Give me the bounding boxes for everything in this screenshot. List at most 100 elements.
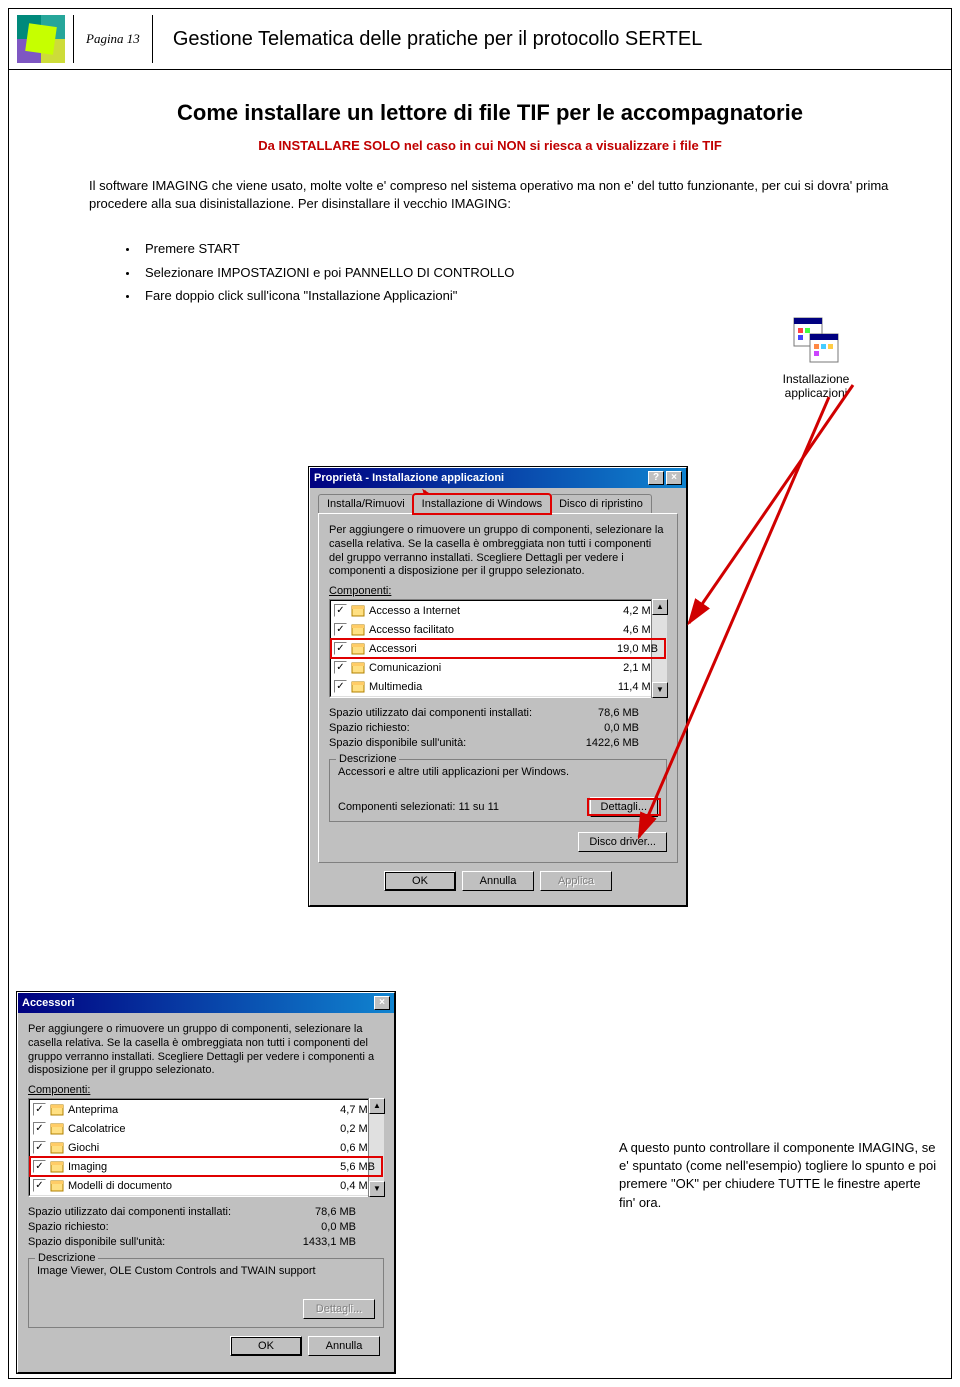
stat-label: Spazio utilizzato dai componenti install…	[329, 706, 532, 721]
component-row[interactable]: Accessori19,0 MB	[331, 639, 665, 658]
ok-button[interactable]: OK	[230, 1336, 302, 1356]
component-icon	[49, 1140, 65, 1156]
scrollbar[interactable]: ▲ ▼	[368, 1098, 384, 1197]
footer-note-paragraph: A questo punto controllare il componente…	[619, 1139, 939, 1212]
component-listbox[interactable]: Anteprima4,7 MBCalcolatrice0,2 MBGiochi0…	[28, 1098, 384, 1197]
page-header: Pagina 13 Gestione Telematica delle prat…	[9, 9, 951, 70]
component-row[interactable]: Accesso a Internet4,2 MB	[331, 601, 665, 620]
installazione-applicazioni-shortcut[interactable]: Installazione applicazioni	[771, 314, 861, 401]
checkbox[interactable]	[334, 604, 347, 617]
accessori-dialog: Accessori × Per aggiungere o rimuovere u…	[17, 992, 395, 1373]
component-row[interactable]: Calcolatrice0,2 MB	[30, 1119, 382, 1138]
space-stats: Spazio utilizzato dai componenti install…	[28, 1205, 384, 1250]
close-button[interactable]: ×	[666, 471, 682, 485]
stat-value: 1422,6 MB	[586, 736, 639, 751]
scroll-up-icon[interactable]: ▲	[369, 1098, 385, 1114]
description-text: Accessori e altre utili applicazioni per…	[338, 766, 658, 780]
document-body: Come installare un lettore di file TIF p…	[9, 70, 951, 336]
description-label: Descrizione	[35, 1252, 98, 1264]
dialog-title: Accessori	[22, 997, 75, 1009]
scroll-down-icon[interactable]: ▼	[369, 1181, 385, 1197]
properties-dialog: Proprietà - Installazione applicazioni ?…	[309, 467, 687, 906]
dialog-action-buttons: OK Annulla	[28, 1336, 384, 1362]
checkbox[interactable]	[334, 623, 347, 636]
dialog-titlebar[interactable]: Accessori ×	[18, 993, 394, 1013]
intro-paragraph: Il software IMAGING che viene usato, mol…	[89, 177, 891, 213]
stat-value: 0,0 MB	[321, 1220, 356, 1235]
stat-label: Spazio utilizzato dai componenti install…	[28, 1205, 231, 1220]
component-icon	[350, 622, 366, 638]
component-size: 19,0 MB	[602, 643, 662, 655]
page-frame: Pagina 13 Gestione Telematica delle prat…	[8, 8, 952, 1379]
cancel-button[interactable]: Annulla	[308, 1336, 380, 1356]
disk-driver-button[interactable]: Disco driver...	[578, 832, 667, 852]
component-row[interactable]: Comunicazioni2,1 MB	[331, 658, 665, 677]
component-row[interactable]: Giochi0,6 MB	[30, 1138, 382, 1157]
stat-value: 0,0 MB	[604, 721, 639, 736]
component-row[interactable]: Imaging5,6 MB	[30, 1157, 382, 1176]
component-icon	[49, 1121, 65, 1137]
space-stats: Spazio utilizzato dai componenti install…	[329, 706, 667, 751]
tab-startup-disk[interactable]: Disco di ripristino	[550, 494, 652, 513]
cancel-button[interactable]: Annulla	[462, 871, 534, 891]
dialog-action-buttons: OK Annulla Applica	[318, 871, 678, 897]
instruction-item: Fare doppio click sull'icona "Installazi…	[139, 284, 891, 307]
component-listbox[interactable]: Accesso a Internet4,2 MBAccesso facilita…	[329, 599, 667, 698]
add-remove-programs-icon	[790, 314, 842, 366]
stat-value: 1433,1 MB	[303, 1235, 356, 1250]
checkbox[interactable]	[334, 642, 347, 655]
checkbox[interactable]	[334, 661, 347, 674]
checkbox[interactable]	[33, 1179, 46, 1192]
tab-install-remove[interactable]: Installa/Rimuovi	[318, 494, 414, 513]
close-button[interactable]: ×	[374, 996, 390, 1010]
checkbox[interactable]	[33, 1122, 46, 1135]
scroll-down-icon[interactable]: ▼	[652, 682, 668, 698]
dialog-intro-text: Per aggiungere o rimuovere un gruppo di …	[28, 1023, 384, 1078]
instruction-list: Premere START Selezionare IMPOSTAZIONI e…	[89, 237, 891, 307]
stat-value: 78,6 MB	[598, 706, 639, 721]
shortcut-label-line1: Installazione	[771, 372, 861, 386]
component-row[interactable]: Multimedia11,4 MB	[331, 677, 665, 696]
doc-logo-icon	[17, 15, 65, 63]
apply-button: Applica	[540, 871, 612, 891]
component-icon	[350, 603, 366, 619]
scroll-up-icon[interactable]: ▲	[652, 599, 668, 615]
component-icon	[350, 679, 366, 695]
description-group: Descrizione Image Viewer, OLE Custom Con…	[28, 1258, 384, 1328]
tab-strip: Installa/Rimuovi Installazione di Window…	[318, 494, 678, 513]
component-name: Imaging	[68, 1161, 319, 1173]
component-icon	[350, 641, 366, 657]
stat-label: Spazio disponibile sull'unità:	[329, 736, 466, 751]
checkbox[interactable]	[33, 1141, 46, 1154]
tab-windows-setup[interactable]: Installazione di Windows	[413, 494, 551, 514]
details-button[interactable]: Dettagli...	[590, 797, 658, 817]
checkbox[interactable]	[33, 1160, 46, 1173]
component-size: 5,6 MB	[319, 1161, 379, 1173]
component-name: Multimedia	[369, 681, 602, 693]
ok-button[interactable]: OK	[384, 871, 456, 891]
component-row[interactable]: Modelli di documento0,4 MB	[30, 1176, 382, 1195]
component-name: Calcolatrice	[68, 1123, 319, 1135]
component-row[interactable]: Accesso facilitato4,6 MB	[331, 620, 665, 639]
checkbox[interactable]	[334, 680, 347, 693]
section-subheading: Da INSTALLARE SOLO nel caso in cui NON s…	[89, 138, 891, 153]
component-name: Anteprima	[68, 1104, 319, 1116]
description-group: Descrizione Accessori e altre utili appl…	[329, 759, 667, 823]
stat-label: Spazio richiesto:	[329, 721, 410, 736]
help-button[interactable]: ?	[648, 471, 664, 485]
component-name: Giochi	[68, 1142, 319, 1154]
dialog-intro-text: Per aggiungere o rimuovere un gruppo di …	[329, 524, 667, 579]
description-text: Image Viewer, OLE Custom Controls and TW…	[37, 1265, 375, 1277]
description-label: Descrizione	[336, 753, 399, 765]
shortcut-label-line2: applicazioni	[771, 386, 861, 400]
dialog-titlebar[interactable]: Proprietà - Installazione applicazioni ?…	[310, 468, 686, 488]
stat-label: Spazio richiesto:	[28, 1220, 109, 1235]
component-name: Comunicazioni	[369, 662, 602, 674]
component-row[interactable]: Anteprima4,7 MB	[30, 1100, 382, 1119]
components-label: Componenti:	[28, 1084, 90, 1096]
component-icon	[350, 660, 366, 676]
component-icon	[49, 1159, 65, 1175]
details-button: Dettagli...	[303, 1299, 375, 1319]
instruction-item: Premere START	[139, 237, 891, 260]
checkbox[interactable]	[33, 1103, 46, 1116]
